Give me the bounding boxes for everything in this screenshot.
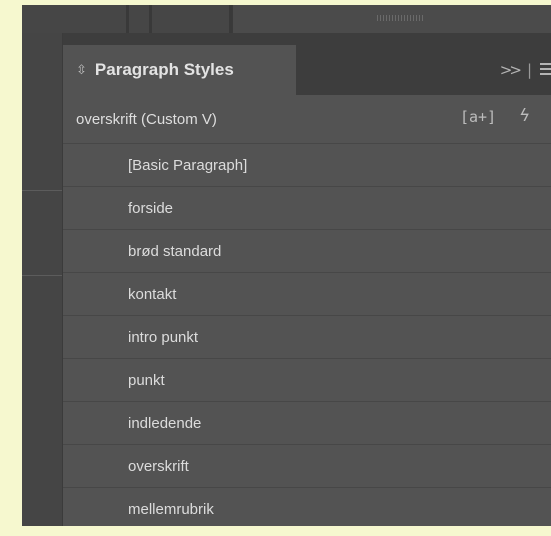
background-divider (126, 5, 129, 33)
list-item[interactable]: intro punkt (63, 315, 551, 358)
tab-label: Paragraph Styles (94, 60, 234, 79)
panel-controls: >> | (500, 45, 551, 95)
clear-overrides-icon[interactable]: ϟ (519, 106, 530, 126)
list-item[interactable]: brød standard (63, 229, 551, 272)
indesign-screen: ⇳ Paragraph Styles >> | overskrift (Cust… (22, 5, 551, 526)
background-divider (149, 5, 152, 33)
current-style-row: overskrift (Custom V) [a+] ϟ (63, 95, 551, 143)
list-item[interactable]: [Basic Paragraph] (63, 143, 551, 186)
background-line (22, 275, 62, 276)
list-item[interactable]: kontakt (63, 272, 551, 315)
tab-paragraph-styles[interactable]: ⇳ Paragraph Styles (63, 45, 296, 95)
panel-grip[interactable] (377, 15, 423, 21)
list-item[interactable]: overskrift (63, 444, 551, 487)
panel-menu-icon[interactable] (540, 63, 551, 77)
collapse-panel-icon[interactable]: >> (500, 61, 522, 79)
paragraph-styles-panel: ⇳ Paragraph Styles >> | overskrift (Cust… (62, 33, 551, 526)
list-item[interactable]: forside (63, 186, 551, 229)
style-list: [Basic Paragraph] forside brød standard … (63, 143, 551, 526)
separator: | (526, 61, 532, 79)
panel-header: ⇳ Paragraph Styles >> | (63, 33, 551, 95)
background-line (22, 190, 62, 191)
list-item[interactable]: mellemrubrik (63, 487, 551, 526)
current-style-label: overskrift (Custom V) (76, 110, 217, 128)
list-item[interactable]: punkt (63, 358, 551, 401)
create-style-icon[interactable]: [a+] (460, 108, 496, 126)
double-chevron-icon[interactable]: ⇳ (76, 63, 87, 78)
list-item[interactable]: indledende (63, 401, 551, 444)
